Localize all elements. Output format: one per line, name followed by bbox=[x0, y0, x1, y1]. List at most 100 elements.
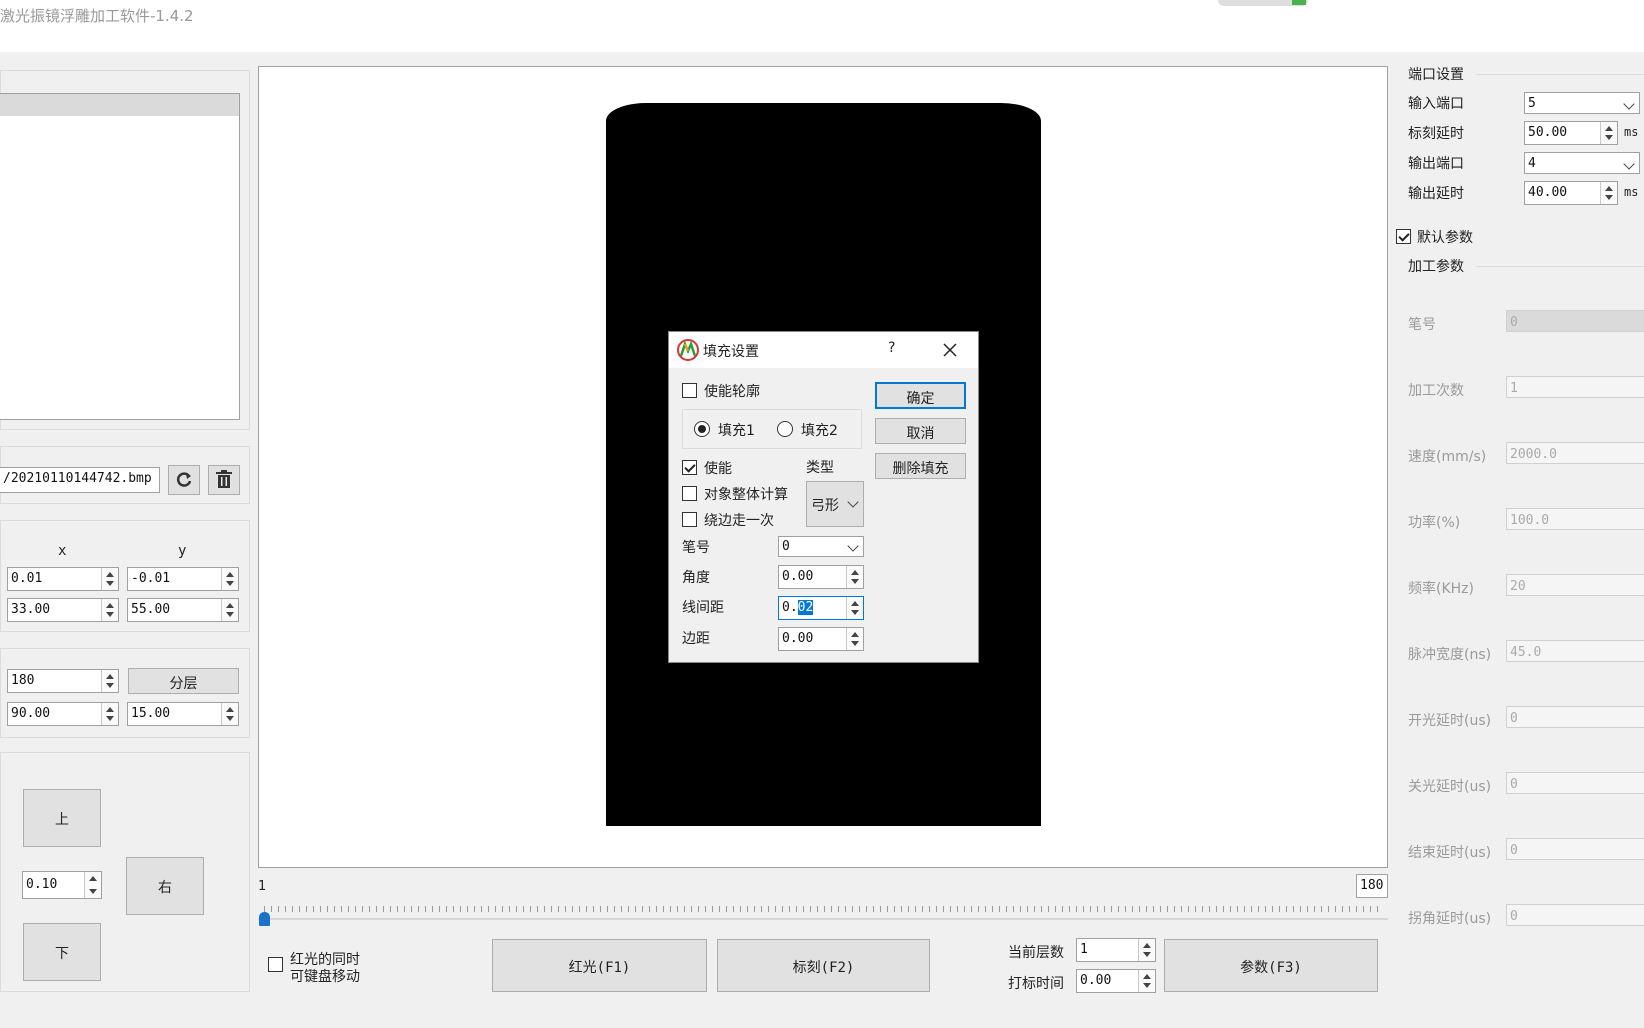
param-a-input[interactable]: 90.00 bbox=[7, 702, 119, 726]
line-spacing-spinner[interactable] bbox=[846, 597, 863, 619]
position-y-value: -0.01 bbox=[131, 571, 171, 586]
mark-delay-input[interactable]: 50.00 bbox=[1524, 121, 1618, 145]
margin-spinner[interactable] bbox=[846, 628, 863, 650]
position-x-spinner[interactable] bbox=[101, 568, 118, 590]
position-x-input[interactable]: 0.01 bbox=[7, 567, 119, 591]
output-delay-value: 40.00 bbox=[1528, 185, 1568, 200]
file-list[interactable] bbox=[0, 93, 240, 420]
whole-calc-checkbox[interactable] bbox=[682, 486, 697, 501]
current-layer-input[interactable]: 1 bbox=[1076, 938, 1156, 962]
move-right-button[interactable]: 右 bbox=[126, 857, 204, 915]
param-a-spinner[interactable] bbox=[101, 703, 118, 725]
layer-panel: 180 分层 90.00 15.00 bbox=[0, 648, 250, 738]
param-corner-delay-input[interactable]: 0 bbox=[1506, 904, 1644, 926]
pen-label: 笔号 bbox=[682, 540, 710, 556]
app-logo-icon bbox=[677, 339, 699, 361]
angle-spinner[interactable] bbox=[846, 566, 863, 588]
size-y-input[interactable]: 55.00 bbox=[127, 598, 239, 622]
output-delay-spinner[interactable] bbox=[1600, 182, 1617, 204]
param-label: 频率(KHz) bbox=[1408, 581, 1474, 597]
size-x-value: 33.00 bbox=[11, 602, 51, 617]
cancel-button[interactable]: 取消 bbox=[875, 418, 966, 444]
enable-checkbox[interactable] bbox=[682, 460, 697, 475]
mark-button[interactable]: 标刻(F2) bbox=[717, 939, 930, 992]
close-icon[interactable] bbox=[943, 343, 957, 357]
pen-select[interactable]: 0 bbox=[778, 536, 864, 557]
delete-fill-button[interactable]: 删除填充 bbox=[875, 453, 966, 479]
file-list-selected-row[interactable] bbox=[0, 94, 239, 116]
param-frequency-input[interactable]: 20 bbox=[1506, 574, 1644, 596]
title-bar bbox=[0, 0, 1644, 52]
layer-slider[interactable] bbox=[258, 904, 1388, 926]
port-section-divider bbox=[1476, 74, 1644, 75]
process-section-divider bbox=[1476, 266, 1644, 267]
param-pulse-width-input[interactable]: 45.0 bbox=[1506, 640, 1644, 662]
param-label: 开光延时(us) bbox=[1408, 713, 1492, 729]
size-x-input[interactable]: 33.00 bbox=[7, 598, 119, 622]
move-up-button[interactable]: 上 bbox=[23, 789, 101, 847]
step-input[interactable]: 0.10 bbox=[22, 871, 102, 899]
mark-delay-spinner[interactable] bbox=[1600, 122, 1617, 144]
default-params-label: 默认参数 bbox=[1417, 230, 1473, 246]
mark-delay-value: 50.00 bbox=[1528, 125, 1568, 140]
angle-input[interactable]: 0.00 bbox=[778, 565, 864, 589]
position-y-input[interactable]: -0.01 bbox=[127, 567, 239, 591]
step-value: 0.10 bbox=[26, 877, 58, 892]
chevron-down-icon bbox=[847, 496, 859, 508]
param-speed-input[interactable]: 2000.0 bbox=[1506, 442, 1644, 464]
param-end-delay-input[interactable]: 0 bbox=[1506, 838, 1644, 860]
param-count-input[interactable]: 1 bbox=[1506, 376, 1644, 398]
file-list-panel bbox=[0, 70, 250, 430]
param-pen-input[interactable]: 0 bbox=[1506, 310, 1644, 332]
y-header: y bbox=[178, 543, 187, 559]
position-y-spinner[interactable] bbox=[221, 568, 238, 590]
mark-time-input[interactable]: 0.00 bbox=[1076, 969, 1156, 993]
params-button[interactable]: 参数(F3) bbox=[1164, 939, 1378, 992]
dialog-title: 填充设置 bbox=[703, 344, 759, 360]
refresh-icon bbox=[176, 472, 192, 487]
param-laser-on-delay-input[interactable]: 0 bbox=[1506, 706, 1644, 728]
output-delay-input[interactable]: 40.00 bbox=[1524, 181, 1618, 205]
param-laser-off-delay-input[interactable]: 0 bbox=[1506, 772, 1644, 794]
chevron-down-icon bbox=[1623, 158, 1635, 170]
redlight-button[interactable]: 红光(F1) bbox=[492, 939, 707, 992]
margin-input[interactable]: 0.00 bbox=[778, 627, 864, 651]
fill-type-select[interactable]: 弓形 bbox=[806, 481, 864, 527]
margin-label: 边距 bbox=[682, 631, 710, 647]
trash-icon bbox=[216, 470, 232, 488]
param-b-input[interactable]: 15.00 bbox=[127, 702, 239, 726]
fill1-label: 填充1 bbox=[718, 423, 755, 439]
layers-input[interactable]: 180 bbox=[7, 669, 119, 693]
margin-value: 0.00 bbox=[782, 631, 814, 646]
layers-spinner[interactable] bbox=[101, 670, 118, 692]
param-power-input[interactable]: 100.0 bbox=[1506, 508, 1644, 530]
input-port-select[interactable]: 5 bbox=[1524, 92, 1640, 114]
input-port-label: 输入端口 bbox=[1408, 96, 1464, 112]
edge-once-checkbox[interactable] bbox=[682, 512, 697, 527]
current-layer-spinner[interactable] bbox=[1138, 939, 1155, 961]
redlight-move-checkbox[interactable] bbox=[268, 957, 283, 972]
enable-label: 使能 bbox=[704, 461, 732, 477]
size-x-spinner[interactable] bbox=[101, 599, 118, 621]
fill1-radio[interactable] bbox=[694, 421, 710, 437]
fill2-radio[interactable] bbox=[777, 421, 793, 437]
mark-time-spinner[interactable] bbox=[1138, 970, 1155, 992]
move-down-button[interactable]: 下 bbox=[23, 923, 101, 981]
param-b-spinner[interactable] bbox=[221, 703, 238, 725]
current-layer-value: 1 bbox=[1080, 942, 1088, 957]
enable-outline-checkbox[interactable] bbox=[682, 383, 697, 398]
delete-file-button[interactable] bbox=[208, 465, 240, 495]
ok-button[interactable]: 确定 bbox=[875, 382, 966, 409]
process-params-list: 笔号 0 加工次数 1 速度(mm/s) 2000.0 功率(%) 100.0 … bbox=[1396, 310, 1644, 990]
layer-button[interactable]: 分层 bbox=[128, 668, 239, 694]
line-spacing-input[interactable]: 0.02 bbox=[778, 596, 864, 620]
slider-thumb[interactable] bbox=[259, 912, 270, 926]
default-params-checkbox[interactable] bbox=[1396, 229, 1411, 244]
file-path-field[interactable]: /20210110144742.bmp bbox=[0, 467, 160, 493]
dialog-help-button[interactable]: ? bbox=[888, 340, 895, 356]
output-port-select[interactable]: 4 bbox=[1524, 152, 1640, 174]
mark-delay-unit: ms bbox=[1624, 125, 1639, 139]
refresh-button[interactable] bbox=[168, 465, 200, 495]
size-y-spinner[interactable] bbox=[221, 599, 238, 621]
step-spinner[interactable] bbox=[84, 872, 101, 898]
